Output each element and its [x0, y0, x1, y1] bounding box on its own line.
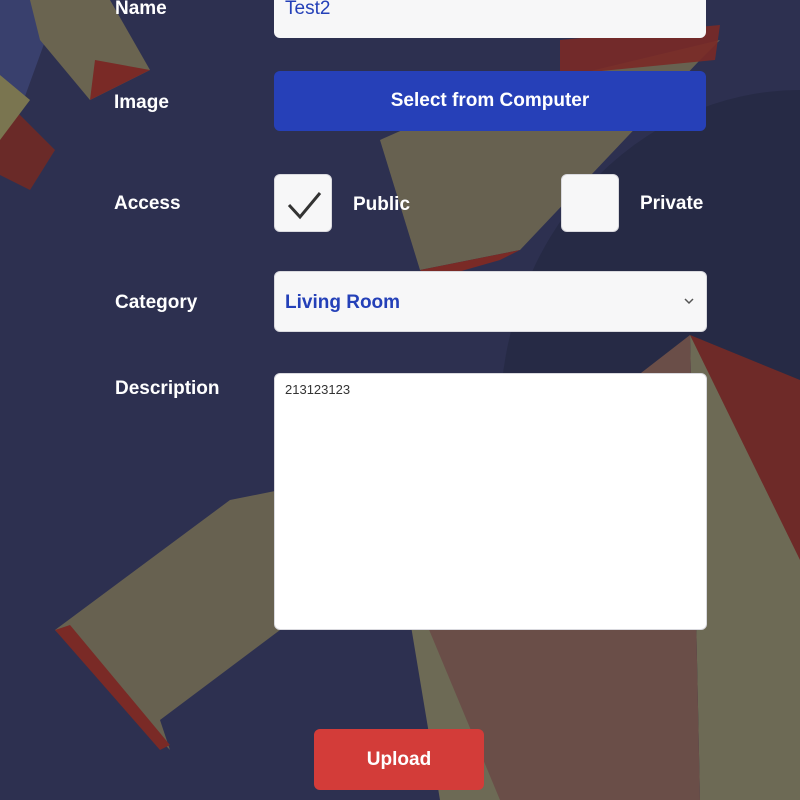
- category-label: Category: [115, 292, 198, 313]
- description-textarea[interactable]: 213123123: [274, 373, 707, 630]
- public-checkbox[interactable]: [274, 174, 332, 232]
- image-label: Image: [114, 92, 169, 113]
- name-field[interactable]: Test2: [274, 0, 706, 38]
- private-label: Private: [640, 193, 704, 214]
- select-from-computer-button[interactable]: Select from Computer: [274, 71, 706, 131]
- upload-button[interactable]: Upload: [314, 729, 484, 790]
- category-select[interactable]: Living Room: [274, 271, 707, 332]
- category-value: Living Room: [285, 292, 401, 313]
- check-icon: [287, 192, 322, 220]
- name-label: Name: [115, 0, 167, 19]
- chevron-down-icon: [684, 298, 694, 305]
- public-label: Public: [353, 194, 411, 215]
- access-label: Access: [114, 193, 181, 214]
- description-label: Description: [115, 378, 220, 399]
- private-checkbox[interactable]: [561, 174, 619, 232]
